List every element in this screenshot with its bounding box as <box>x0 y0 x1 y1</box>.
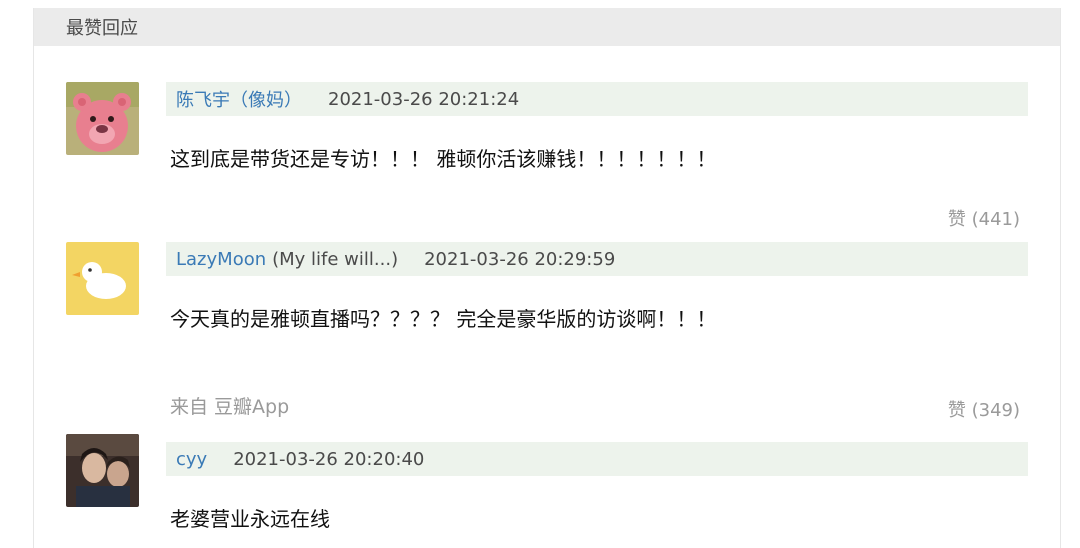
comment-text: 今天真的是雅顿直播吗？？？？ 完全是豪华版的访谈啊！！！ <box>170 307 717 331</box>
like-count-button[interactable]: 赞 (349) <box>948 396 1020 422</box>
comment-time: 2021-03-26 20:21:24 <box>328 88 520 110</box>
pink-bear-avatar-icon[interactable] <box>66 82 139 155</box>
best-replies-panel: 最赞回应 陈飞宇（像妈） 2021-03-26 20:21:24 这到底是带货还… <box>33 8 1061 548</box>
comment-text: 老婆营业永远在线 <box>170 507 330 531</box>
white-duck-avatar-icon[interactable] <box>66 242 139 315</box>
author-name-link[interactable]: LazyMoon <box>176 249 266 270</box>
author-signature: (My life will...) <box>272 248 399 270</box>
comment-time: 2021-03-26 20:20:40 <box>233 448 425 470</box>
panel-header: 最赞回应 <box>34 8 1060 46</box>
comment-meta: cyy 2021-03-26 20:20:40 <box>166 442 1028 476</box>
comment-meta: LazyMoon (My life will...) 2021-03-26 20… <box>166 242 1028 276</box>
comment-meta: 陈飞宇（像妈） 2021-03-26 20:21:24 <box>166 82 1028 116</box>
people-photo-avatar-icon[interactable] <box>66 434 139 507</box>
author-name-link[interactable]: 陈飞宇（像妈） <box>176 86 302 112</box>
comment-text: 这到底是带货还是专访！！！ 雅顿你活该赚钱！！！！！！！ <box>170 147 717 171</box>
comment-time: 2021-03-26 20:29:59 <box>424 248 616 270</box>
section-title: 最赞回应 <box>66 18 138 39</box>
comment-source: 来自 豆瓣App <box>170 396 290 418</box>
author-name-link[interactable]: cyy <box>176 449 207 470</box>
like-count-button[interactable]: 赞 (441) <box>948 205 1020 231</box>
